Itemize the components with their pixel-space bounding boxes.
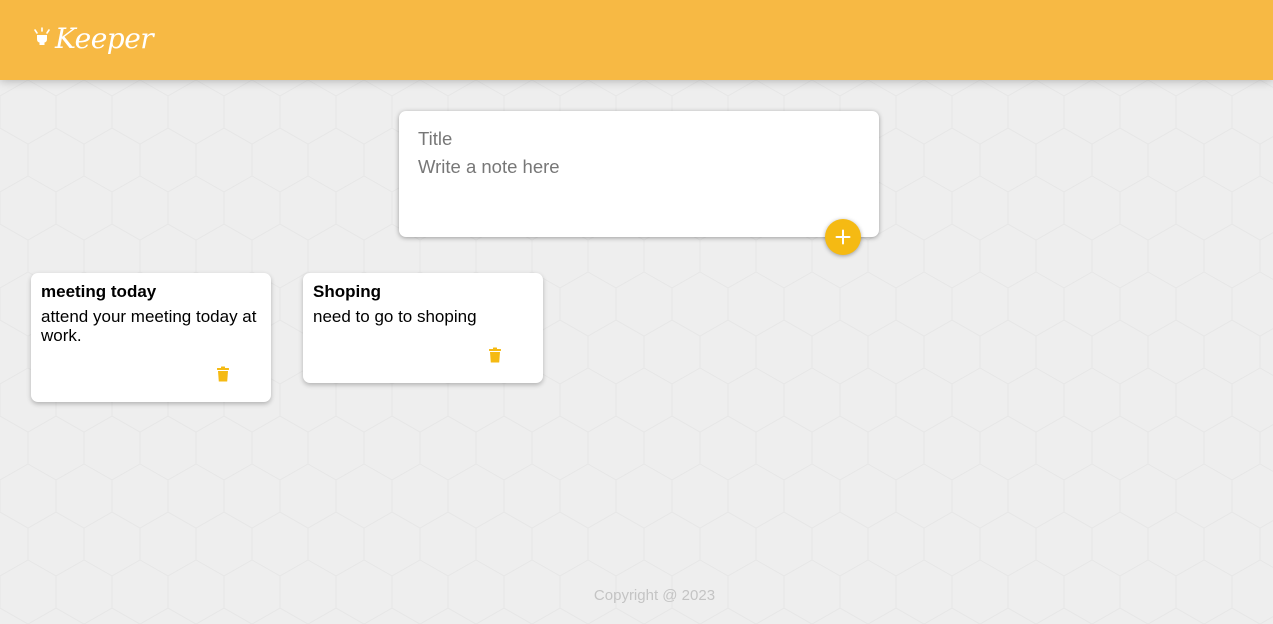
note-content-input[interactable]	[399, 155, 879, 215]
note-card: Shoping need to go to shoping	[303, 273, 543, 383]
note-content: need to go to shoping	[313, 307, 477, 326]
page-footer: Copyright @ 2023	[0, 587, 1273, 605]
note-card: meeting today attend your meeting today …	[31, 273, 271, 402]
app-title: Keeper	[55, 22, 154, 55]
note-title: meeting today	[41, 282, 157, 301]
trash-icon	[216, 366, 230, 382]
delete-note-button[interactable]	[213, 364, 233, 384]
delete-note-button[interactable]	[485, 345, 505, 365]
app-logo: Keeper	[33, 22, 154, 56]
note-content: attend your meeting today at work.	[41, 307, 257, 345]
note-title-input[interactable]	[399, 127, 879, 151]
plus-icon	[834, 228, 852, 246]
create-note-form	[399, 111, 879, 237]
trash-icon	[488, 347, 502, 363]
copyright-text: Copyright @ 2023	[593, 587, 716, 604]
note-title: Shoping	[313, 282, 381, 301]
add-note-button[interactable]	[825, 219, 861, 255]
app-header: Keeper	[0, 0, 1273, 80]
lightbulb-icon	[33, 27, 51, 49]
